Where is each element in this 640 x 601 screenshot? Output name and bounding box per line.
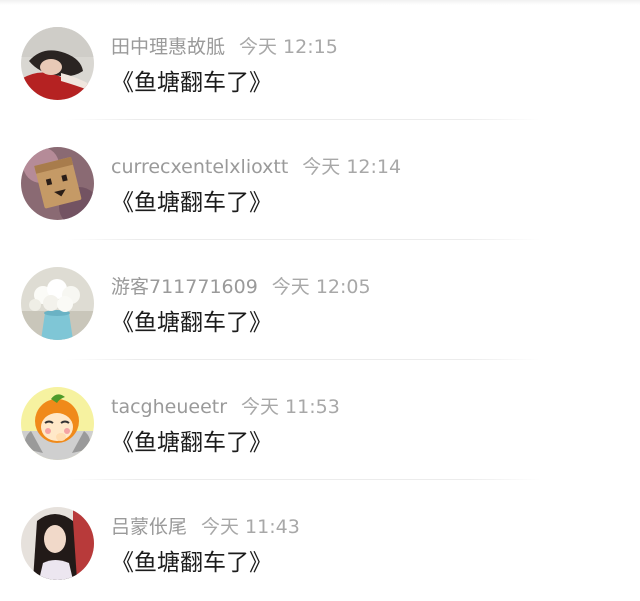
username[interactable]: tacgheueetr bbox=[111, 396, 227, 418]
comment-item[interactable]: 游客711771609 今天 12:05 《鱼塘翻车了》 bbox=[0, 240, 640, 360]
comment-text: 《鱼塘翻车了》 bbox=[111, 190, 272, 216]
comment-item[interactable]: currecxentelxlioxtt 今天 12:14 《鱼塘翻车了》 bbox=[0, 120, 640, 240]
user-avatar-box-doll-icon bbox=[21, 147, 94, 220]
comment-item[interactable]: 吕蒙伥尾 今天 11:43 《鱼塘翻车了》 bbox=[0, 480, 640, 600]
comment-meta: 田中理惠故胝 今天 12:15 bbox=[111, 34, 338, 60]
comment-item[interactable]: tacgheueetr 今天 11:53 《鱼塘翻车了》 bbox=[0, 360, 640, 480]
comment-item[interactable]: 田中理惠故胝 今天 12:15 《鱼塘翻车了》 bbox=[0, 0, 640, 120]
user-avatar-photo-icon bbox=[21, 507, 94, 580]
user-avatar-flowers-icon bbox=[21, 267, 94, 340]
timestamp: 今天 11:43 bbox=[201, 516, 300, 538]
comment-meta: 游客711771609 今天 12:05 bbox=[111, 274, 371, 300]
username[interactable]: 游客711771609 bbox=[111, 276, 258, 298]
comment-meta: tacgheueetr 今天 11:53 bbox=[111, 394, 340, 420]
timestamp: 今天 11:53 bbox=[241, 396, 340, 418]
username[interactable]: 吕蒙伥尾 bbox=[111, 516, 187, 538]
avatar[interactable] bbox=[21, 147, 94, 220]
comment-text: 《鱼塘翻车了》 bbox=[111, 70, 272, 96]
avatar[interactable] bbox=[21, 387, 94, 460]
username[interactable]: currecxentelxlioxtt bbox=[111, 156, 288, 178]
timestamp: 今天 12:05 bbox=[271, 276, 371, 298]
timestamp: 今天 12:14 bbox=[302, 156, 402, 178]
timestamp: 今天 12:15 bbox=[239, 36, 338, 58]
comment-list: 田中理惠故胝 今天 12:15 《鱼塘翻车了》 currecxentelxliox… bbox=[0, 0, 640, 601]
user-avatar-photo-icon bbox=[21, 27, 94, 100]
comment-meta: currecxentelxlioxtt 今天 12:14 bbox=[111, 154, 401, 180]
avatar[interactable] bbox=[21, 267, 94, 340]
avatar[interactable] bbox=[21, 507, 94, 580]
comment-meta: 吕蒙伥尾 今天 11:43 bbox=[111, 514, 300, 540]
comment-text: 《鱼塘翻车了》 bbox=[111, 430, 272, 456]
avatar[interactable] bbox=[21, 27, 94, 100]
username[interactable]: 田中理惠故胝 bbox=[111, 36, 225, 58]
comment-text: 《鱼塘翻车了》 bbox=[111, 310, 272, 336]
user-avatar-orange-cartoon-icon bbox=[21, 387, 94, 460]
comment-text: 《鱼塘翻车了》 bbox=[111, 550, 272, 576]
